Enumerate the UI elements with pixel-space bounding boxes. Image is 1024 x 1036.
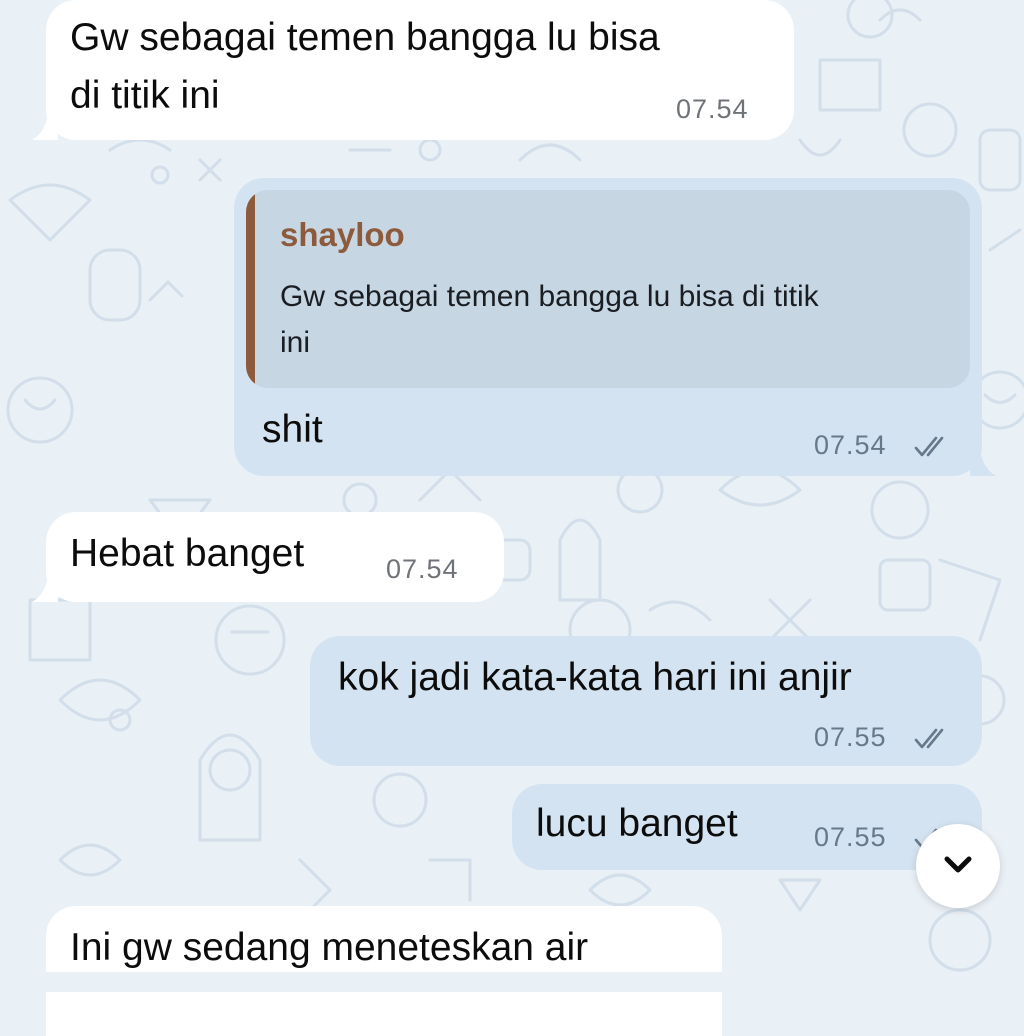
- bubble-tail: [32, 574, 58, 602]
- message-bubble-incoming[interactable]: Ini gw sedang meneteskan air: [46, 906, 722, 1036]
- message-time: 07.55: [814, 722, 887, 752]
- message-time: 07.54: [386, 554, 459, 584]
- message-bubble-incoming[interactable]: Gw sebagai temen bangga lu bisa di titik…: [32, 0, 794, 140]
- message-text: di titik ini: [70, 74, 220, 117]
- message-time: 07.55: [814, 822, 887, 852]
- reply-quote-text: Gw sebagai temen bangga lu bisa di titik…: [280, 274, 960, 366]
- reply-quote[interactable]: shayloo Gw sebagai temen bangga lu bisa …: [246, 190, 970, 388]
- message-text: Ini gw sedang meneteskan air: [70, 926, 589, 969]
- double-check-icon: [914, 436, 944, 457]
- message-time: 07.54: [814, 430, 887, 460]
- message-bubble-outgoing[interactable]: kok jadi kata-kata hari ini anjir 07.55: [310, 636, 982, 766]
- reply-quote-line: ini: [280, 326, 311, 359]
- bubble-tail: [970, 448, 996, 476]
- message-text: Hebat banget: [70, 532, 305, 575]
- scroll-to-bottom-button[interactable]: [916, 824, 1000, 908]
- reply-quote-bar: [246, 190, 255, 388]
- message-text: kok jadi kata-kata hari ini anjir: [338, 656, 852, 699]
- message-text: lucu banget: [536, 802, 738, 845]
- reply-sender-name: shayloo: [280, 216, 405, 253]
- reply-quote-line: Gw sebagai temen bangga lu bisa di titik: [280, 280, 819, 313]
- message-text: shit: [262, 408, 323, 451]
- message-text: Gw sebagai temen bangga lu bisa: [70, 16, 660, 59]
- chat-bottom-edge: [0, 972, 1024, 992]
- message-bubble-incoming[interactable]: Hebat banget 07.54: [32, 512, 504, 602]
- message-bubble-outgoing[interactable]: lucu banget 07.55: [512, 784, 996, 870]
- chevron-down-icon: [944, 856, 972, 873]
- message-time: 07.54: [676, 94, 749, 124]
- bubble-tail: [32, 112, 58, 140]
- double-check-icon: [914, 728, 944, 749]
- message-bubble-outgoing[interactable]: shayloo Gw sebagai temen bangga lu bisa …: [234, 178, 996, 476]
